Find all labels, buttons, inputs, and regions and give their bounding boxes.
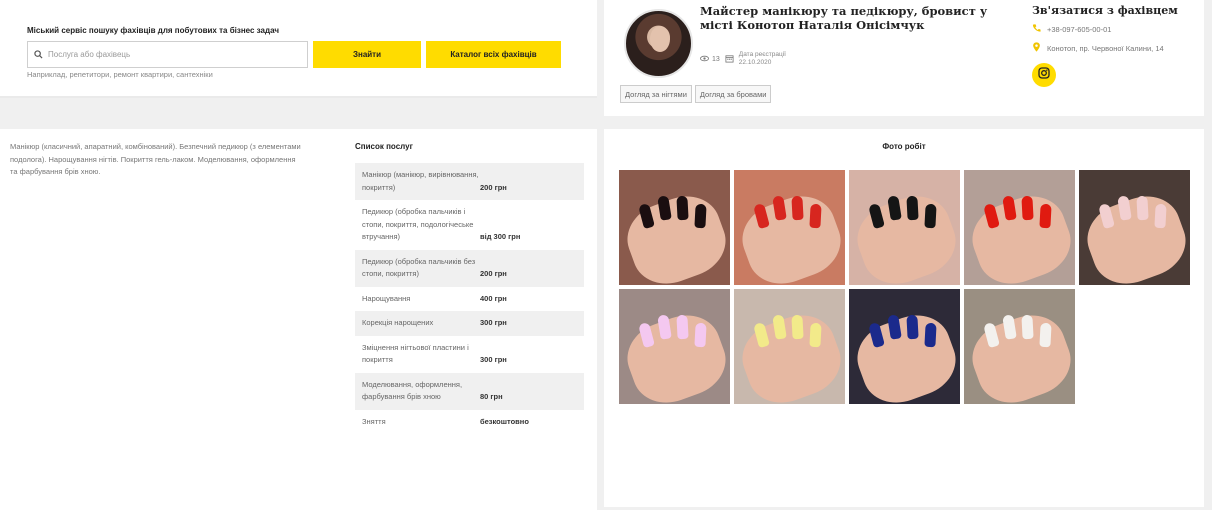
search-hint: Наприклад, репетитори, ремонт квартири, …	[27, 70, 213, 79]
hand-shape	[619, 305, 730, 404]
hand-shape	[964, 186, 1075, 285]
service-row: Педикюр (обробка пальчиків без стопи, по…	[355, 249, 584, 287]
nail-shape	[906, 195, 919, 221]
service-name: Моделювання, оформлення, фарбування брів…	[362, 379, 463, 402]
work-photo[interactable]	[734, 170, 845, 285]
tag-brows[interactable]: Догляд за бровами	[694, 85, 772, 103]
nail-shape	[1021, 314, 1034, 340]
phone-number[interactable]: +38-097-605-00-01	[1047, 25, 1111, 34]
work-photo[interactable]	[619, 170, 730, 285]
service-row: Зміцнення нігтьової пластини і покриття 3…	[355, 336, 584, 373]
service-price: 80 грн	[480, 392, 503, 401]
nail-shape	[906, 314, 919, 340]
photos-title: Фото робіт	[882, 142, 926, 151]
catalog-button[interactable]: Каталог всіх фахівців	[426, 41, 561, 68]
profile-name: Майстер манікюру та педікюру, бровист у …	[700, 4, 988, 32]
service-price: від 300 грн	[480, 232, 521, 241]
search-title: Міський сервіс пошуку фахівців для побут…	[27, 26, 279, 35]
search-input-wrapper[interactable]	[27, 41, 308, 68]
service-name: Нарощування	[362, 293, 411, 303]
avatar	[624, 9, 693, 78]
nail-shape	[676, 314, 689, 340]
work-photo[interactable]	[1079, 170, 1190, 285]
nail-shape	[924, 322, 937, 348]
nail-shape	[809, 322, 822, 348]
service-row: Нарощування 400 грн	[355, 287, 584, 312]
hand-shape	[849, 186, 960, 285]
service-price: 200 грн	[480, 182, 507, 192]
address-row: Конотоп, пр. Червоної Калини, 14	[1032, 42, 1164, 54]
nail-shape	[1154, 203, 1167, 229]
nail-shape	[791, 314, 804, 340]
phone-icon	[1032, 23, 1047, 35]
service-price: 300 грн	[480, 355, 507, 364]
services-title: Список послуг	[355, 142, 413, 151]
service-price: 200 грн	[480, 269, 507, 278]
service-row: Моделювання, оформлення, фарбування брів…	[355, 372, 584, 410]
find-button[interactable]: Знайти	[313, 41, 421, 68]
hand-shape	[734, 186, 845, 285]
profile-card: Майстер манікюру та педікюру, бровист у …	[604, 0, 1204, 116]
instagram-button[interactable]	[1032, 63, 1056, 87]
work-photo[interactable]	[849, 289, 960, 404]
search-input[interactable]	[48, 50, 288, 59]
hand-shape	[619, 186, 730, 285]
service-row: Педикюр (обробка пальчиків і стопи, покр…	[355, 200, 584, 250]
work-photo[interactable]	[734, 289, 845, 404]
service-name: Корекція нарощених	[362, 318, 434, 327]
service-row: Корекція нарощених 300 грн	[355, 311, 584, 336]
eye-icon	[700, 54, 709, 65]
profile-stats: 13 Дата реєстрації 22.10.2020	[700, 51, 786, 67]
registration-info: Дата реєстрації 22.10.2020	[739, 51, 786, 67]
nail-shape	[809, 203, 822, 229]
tag-nails[interactable]: Догляд за нігтями	[620, 85, 692, 103]
hand-shape	[964, 305, 1075, 404]
service-name: Педикюр (обробка пальчиків і стопи, покр…	[362, 207, 474, 241]
work-photo[interactable]	[849, 170, 960, 285]
work-photo[interactable]	[619, 289, 730, 404]
tags: Догляд за нігтями Догляд за бровами	[620, 85, 772, 103]
specialist-description: Манікюр (класичний, апаратний, комбінова…	[10, 142, 301, 176]
service-name: Педикюр (обробка пальчиків без стопи, по…	[362, 256, 476, 279]
nail-shape	[1039, 203, 1052, 229]
nail-shape	[1021, 195, 1034, 221]
address-text: Конотоп, пр. Червоної Калини, 14	[1047, 43, 1164, 53]
nail-shape	[676, 195, 689, 221]
nail-shape	[924, 203, 937, 229]
nail-shape	[694, 322, 707, 348]
nail-shape	[1039, 322, 1052, 348]
service-name: Манікюр (манікюр, вирівнювання, покриття…	[362, 170, 479, 192]
search-icon	[34, 46, 43, 64]
nail-shape	[1136, 195, 1149, 221]
search-card: Міський сервіс пошуку фахівців для побут…	[0, 0, 597, 98]
service-name: Зміцнення нігтьової пластини і покриття	[362, 342, 469, 365]
location-pin-icon	[1032, 42, 1047, 54]
service-price: безкоштовно	[480, 416, 529, 426]
nail-shape	[694, 203, 707, 229]
hand-shape	[734, 305, 845, 404]
service-row: Манікюр (манікюр, вирівнювання, покриття…	[355, 163, 584, 200]
registration-label: Дата реєстрації	[738, 51, 786, 58]
views-count: 13	[712, 55, 720, 63]
services-table: Манікюр (манікюр, вирівнювання, покриття…	[355, 163, 584, 434]
nail-shape	[791, 195, 804, 221]
calendar-icon	[725, 54, 734, 65]
service-name: Зняття	[362, 416, 386, 426]
service-price: 400 грн	[480, 293, 507, 303]
phone-row[interactable]: +38-097-605-00-01	[1032, 23, 1111, 35]
service-row: Зняття безкоштовно	[355, 410, 584, 435]
work-photo[interactable]	[964, 289, 1075, 404]
registration-date: 22.10.2020	[738, 59, 772, 66]
instagram-icon	[1038, 66, 1050, 84]
hand-shape	[849, 305, 960, 404]
services-card: Манікюр (класичний, апаратний, комбінова…	[0, 129, 597, 510]
hand-shape	[1079, 186, 1190, 285]
work-photo[interactable]	[964, 170, 1075, 285]
contact-title: Зв'язатися з фахівцем	[1032, 4, 1178, 17]
service-price: 300 грн	[480, 318, 507, 327]
photos-card: Фото робіт	[604, 129, 1204, 507]
